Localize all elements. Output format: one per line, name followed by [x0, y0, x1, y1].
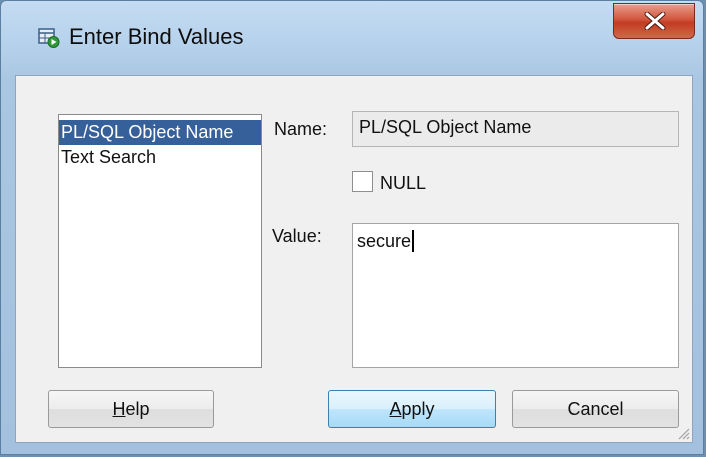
cancel-button[interactable]: Cancel	[512, 390, 679, 428]
help-label-rest: elp	[125, 399, 150, 419]
enter-bind-values-dialog: Enter Bind Values PL/SQL Object Name Tex…	[0, 0, 704, 455]
help-mnemonic: H	[112, 399, 126, 419]
apply-mnemonic: A	[389, 399, 402, 419]
text-caret	[412, 230, 415, 252]
window-title: Enter Bind Values	[69, 24, 244, 49]
close-button[interactable]	[613, 3, 695, 39]
cancel-label: Cancel	[567, 399, 624, 419]
apply-label-rest: pply	[401, 399, 435, 419]
dialog-body: PL/SQL Object Name Text Search Name: PL/…	[15, 75, 693, 443]
value-label: Value:	[272, 226, 322, 246]
name-field: PL/SQL Object Name	[352, 111, 679, 147]
resize-grip-icon[interactable]	[676, 426, 690, 440]
help-button[interactable]: Help	[48, 390, 214, 428]
value-textarea[interactable]: secure	[352, 223, 679, 368]
name-label: Name:	[274, 119, 328, 139]
bind-values-window-icon	[38, 28, 60, 48]
list-item[interactable]: Text Search	[59, 145, 261, 170]
null-label[interactable]: NULL	[380, 173, 426, 194]
value-text: secure	[357, 231, 412, 251]
title-bar[interactable]: Enter Bind Values	[1, 1, 703, 75]
apply-button[interactable]: Apply	[328, 390, 496, 428]
bind-variable-list[interactable]: PL/SQL Object Name Text Search	[58, 114, 262, 368]
close-icon	[644, 12, 666, 30]
null-checkbox[interactable]	[352, 171, 373, 192]
list-item[interactable]: PL/SQL Object Name	[59, 120, 261, 145]
